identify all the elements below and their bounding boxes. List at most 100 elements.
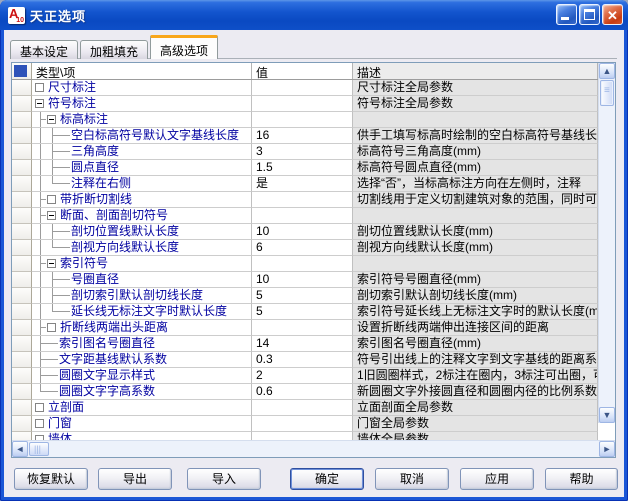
expand-plus-icon[interactable] bbox=[35, 419, 44, 428]
row-header-cell[interactable] bbox=[12, 96, 32, 112]
row-header-cell[interactable] bbox=[12, 272, 32, 288]
collapse-minus-icon[interactable] bbox=[35, 99, 44, 108]
row-label[interactable]: 空白标高符号默认文字基线长度 bbox=[70, 128, 239, 143]
tree-cell[interactable]: 注释在右侧 bbox=[32, 176, 252, 192]
row-header-cell[interactable] bbox=[12, 432, 32, 440]
minimize-button[interactable] bbox=[556, 4, 577, 25]
row-label[interactable]: 剖切索引默认剖切线长度 bbox=[70, 288, 203, 303]
row-label[interactable]: 文字距基线默认系数 bbox=[58, 352, 167, 367]
tab-2[interactable]: 高级选项 bbox=[150, 35, 218, 59]
row-header-cell[interactable] bbox=[12, 192, 32, 208]
maximize-button[interactable] bbox=[579, 4, 600, 25]
tree-cell[interactable]: 号圈直径 bbox=[32, 272, 252, 288]
row-header-cell[interactable] bbox=[12, 304, 32, 320]
value-cell[interactable]: 16 bbox=[252, 128, 353, 144]
value-cell[interactable]: 5 bbox=[252, 304, 353, 320]
close-button[interactable]: ✕ bbox=[602, 4, 623, 25]
tree-cell[interactable]: 索引符号 bbox=[32, 256, 252, 272]
tree-cell[interactable]: 圆点直径 bbox=[32, 160, 252, 176]
value-cell[interactable]: 是 bbox=[252, 176, 353, 192]
import-button[interactable]: 导入 bbox=[187, 468, 261, 490]
row-header-cell[interactable] bbox=[12, 144, 32, 160]
value-cell[interactable]: 0.3 bbox=[252, 352, 353, 368]
value-cell[interactable] bbox=[252, 320, 353, 336]
row-label[interactable]: 带折断切割线 bbox=[59, 192, 132, 207]
tree-cell[interactable]: 立剖面 bbox=[32, 400, 252, 416]
row-label[interactable]: 圆圈文字显示样式 bbox=[58, 368, 155, 383]
row-label[interactable]: 折断线两端出头距离 bbox=[59, 320, 168, 335]
expand-plus-icon[interactable] bbox=[35, 403, 44, 412]
tree-cell[interactable]: 剖视方向线默认长度 bbox=[32, 240, 252, 256]
value-cell[interactable]: 2 bbox=[252, 368, 353, 384]
row-header-cell[interactable] bbox=[12, 240, 32, 256]
tree-cell[interactable]: 墙体 bbox=[32, 432, 252, 440]
value-cell[interactable] bbox=[252, 192, 353, 208]
expand-plus-icon[interactable] bbox=[47, 323, 56, 332]
horizontal-scroll-thumb[interactable] bbox=[29, 442, 49, 456]
row-label[interactable]: 剖切位置线默认长度 bbox=[70, 224, 179, 239]
tree-cell[interactable]: 圆圈文字字高系数 bbox=[32, 384, 252, 400]
tree-cell[interactable]: 折断线两端出头距离 bbox=[32, 320, 252, 336]
vertical-scrollbar[interactable]: ▲ ▼ bbox=[598, 63, 615, 423]
collapse-minus-icon[interactable] bbox=[47, 115, 56, 124]
row-header-cell[interactable] bbox=[12, 368, 32, 384]
row-header-cell[interactable] bbox=[12, 112, 32, 128]
collapse-minus-icon[interactable] bbox=[47, 211, 56, 220]
value-cell[interactable] bbox=[252, 400, 353, 416]
row-header-cell[interactable] bbox=[12, 416, 32, 432]
scroll-left-icon[interactable]: ◄ bbox=[12, 441, 28, 457]
value-cell[interactable]: 5 bbox=[252, 288, 353, 304]
row-label[interactable]: 号圈直径 bbox=[70, 272, 119, 287]
title-bar[interactable]: A 10 天正选项 ✕ bbox=[0, 0, 628, 30]
row-label[interactable]: 断面、剖面剖切符号 bbox=[59, 208, 168, 223]
row-label[interactable]: 立剖面 bbox=[47, 400, 84, 415]
tree-cell[interactable]: 三角高度 bbox=[32, 144, 252, 160]
tab-0[interactable]: 基本设定 bbox=[10, 40, 78, 59]
tree-cell[interactable]: 剖切索引默认剖切线长度 bbox=[32, 288, 252, 304]
grid-corner-cell[interactable] bbox=[12, 63, 32, 79]
row-header-cell[interactable] bbox=[12, 208, 32, 224]
scroll-right-icon[interactable]: ► bbox=[599, 441, 615, 457]
column-header-value[interactable]: 值 bbox=[252, 63, 353, 79]
tree-cell[interactable]: 标高标注 bbox=[32, 112, 252, 128]
scroll-down-icon[interactable]: ▼ bbox=[599, 407, 615, 423]
row-label[interactable]: 圆点直径 bbox=[70, 160, 119, 175]
row-label[interactable]: 标高标注 bbox=[59, 112, 108, 127]
tree-cell[interactable]: 延长线无标注文字时默认长度 bbox=[32, 304, 252, 320]
expand-plus-icon[interactable] bbox=[35, 83, 44, 92]
value-cell[interactable]: 6 bbox=[252, 240, 353, 256]
apply-button[interactable]: 应用 bbox=[460, 468, 534, 490]
value-cell[interactable]: 1.5 bbox=[252, 160, 353, 176]
row-header-cell[interactable] bbox=[12, 256, 32, 272]
tree-cell[interactable]: 圆圈文字显示样式 bbox=[32, 368, 252, 384]
tree-cell[interactable]: 断面、剖面剖切符号 bbox=[32, 208, 252, 224]
column-header-type[interactable]: 类型\项 bbox=[32, 63, 252, 79]
help-button[interactable]: 帮助 bbox=[545, 468, 618, 490]
value-cell[interactable]: 3 bbox=[252, 144, 353, 160]
expand-plus-icon[interactable] bbox=[47, 195, 56, 204]
cancel-button[interactable]: 取消 bbox=[375, 468, 449, 490]
collapse-minus-icon[interactable] bbox=[47, 259, 56, 268]
value-cell[interactable]: 10 bbox=[252, 272, 353, 288]
tree-cell[interactable]: 尺寸标注 bbox=[32, 80, 252, 96]
row-header-cell[interactable] bbox=[12, 400, 32, 416]
tree-cell[interactable]: 空白标高符号默认文字基线长度 bbox=[32, 128, 252, 144]
row-label[interactable]: 索引符号 bbox=[59, 256, 108, 271]
tree-cell[interactable]: 带折断切割线 bbox=[32, 192, 252, 208]
value-cell[interactable] bbox=[252, 256, 353, 272]
value-cell[interactable] bbox=[252, 80, 353, 96]
row-header-cell[interactable] bbox=[12, 352, 32, 368]
value-cell[interactable]: 10 bbox=[252, 224, 353, 240]
scroll-up-icon[interactable]: ▲ bbox=[599, 63, 615, 79]
value-cell[interactable] bbox=[252, 96, 353, 112]
tree-cell[interactable]: 门窗 bbox=[32, 416, 252, 432]
value-cell[interactable] bbox=[252, 112, 353, 128]
row-label[interactable]: 门窗 bbox=[47, 416, 72, 431]
value-cell[interactable]: 0.6 bbox=[252, 384, 353, 400]
tree-cell[interactable]: 符号标注 bbox=[32, 96, 252, 112]
ok-button[interactable]: 确定 bbox=[290, 468, 364, 490]
row-header-cell[interactable] bbox=[12, 320, 32, 336]
row-label[interactable]: 尺寸标注 bbox=[47, 80, 96, 95]
tab-1[interactable]: 加粗填充 bbox=[80, 40, 148, 59]
tree-cell[interactable]: 索引图名号圈直径 bbox=[32, 336, 252, 352]
